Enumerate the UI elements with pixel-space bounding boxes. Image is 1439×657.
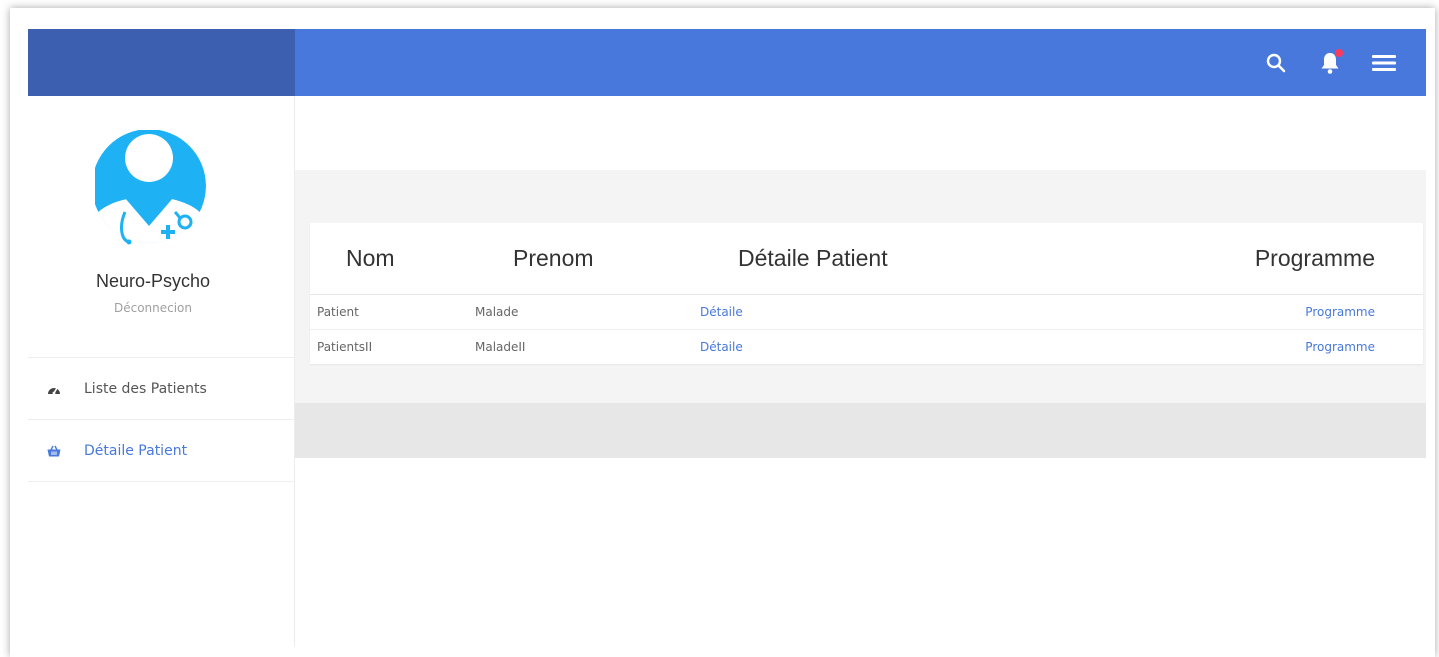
logout-link[interactable]: Déconnecion (28, 301, 278, 315)
cell-prenom: MaladeII (475, 339, 526, 354)
sidebar-item-label: Détaile Patient (84, 442, 188, 459)
basket-icon (46, 443, 62, 459)
patients-table: Nom Prenom Détaile Patient Programme Pat… (310, 223, 1423, 364)
content-footer (295, 403, 1426, 458)
cell-nom: Patient (310, 294, 475, 330)
topbar-actions (1260, 47, 1400, 79)
notification-dot (1335, 49, 1343, 57)
table-row: Patient Malade Détaile Programme (310, 294, 1423, 330)
programme-link[interactable]: Programme (1305, 305, 1375, 319)
doctor-avatar-icon (92, 129, 219, 254)
programme-link[interactable]: Programme (1305, 340, 1375, 354)
column-header-detail: Détaile Patient (700, 223, 1060, 295)
profile-name: Neuro-Psycho (95, 271, 211, 291)
cell-prenom: Malade (475, 294, 700, 330)
cell-nom: PatientsII (317, 339, 373, 354)
table-header-row: Nom Prenom Détaile Patient Programme (310, 223, 1423, 295)
patients-table-card: Nom Prenom Détaile Patient Programme Pat… (310, 223, 1423, 364)
sidebar: Neuro-Psycho Déconnecion Liste des Patie… (28, 96, 295, 646)
detail-link[interactable]: Détaile (700, 305, 743, 319)
column-header-nom: Nom (310, 223, 475, 295)
bell-icon[interactable] (1314, 47, 1346, 79)
dashboard-icon (46, 381, 62, 397)
column-header-programme: Programme (1060, 223, 1423, 295)
sidebar-item-detaile-patient[interactable]: Détaile Patient (28, 420, 295, 482)
detail-link[interactable]: Détaile (700, 340, 743, 354)
sidebar-header (28, 29, 295, 96)
menu-icon[interactable] (1368, 47, 1400, 79)
column-header-prenom: Prenom (475, 223, 700, 295)
search-icon[interactable] (1260, 47, 1292, 79)
sidebar-item-label: Liste des Patients (84, 380, 207, 397)
table-row: PatientsII MaladeII Détaile Programme (310, 329, 1423, 364)
sidebar-item-liste-patients[interactable]: Liste des Patients (28, 358, 295, 420)
sidebar-menu: Liste des Patients Détaile Patient (28, 357, 295, 482)
top-navbar (295, 29, 1426, 96)
